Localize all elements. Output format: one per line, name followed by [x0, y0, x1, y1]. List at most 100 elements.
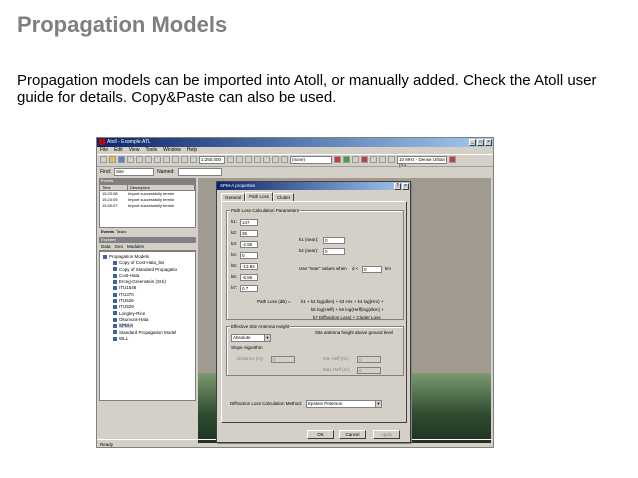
close-icon[interactable]: × [402, 183, 409, 190]
copy-icon[interactable] [145, 156, 152, 163]
maximize-icon[interactable]: □ [477, 139, 484, 146]
pan-icon[interactable] [272, 156, 279, 163]
dialog-tabs: General Path Loss Clutter [221, 192, 295, 201]
pointer-icon[interactable] [172, 156, 179, 163]
model-icon [113, 324, 117, 329]
new-icon[interactable] [100, 156, 107, 163]
max-heff-field[interactable]: 0 [357, 367, 381, 374]
folder-icon [103, 254, 107, 259]
dialog-titlebar: SPM-A properties ? × [217, 182, 410, 190]
tab-tasks[interactable]: Tasks [116, 228, 126, 235]
carrier-combo[interactable]: 10 MHz - Dense Urban (3 • [397, 155, 447, 168]
k5-field[interactable]: -13.82 [240, 263, 258, 270]
help-icon[interactable] [163, 156, 170, 163]
antenna-method-select[interactable]: Absolute ▼ [231, 334, 271, 342]
refresh-icon[interactable] [281, 156, 288, 163]
tab-general[interactable]: General [221, 193, 246, 201]
k5-label: k5: [231, 263, 238, 268]
find-bar: Find: Site Named: [97, 166, 493, 176]
path-loss-page: Path Loss Calculation Parameters k1: 147… [221, 201, 407, 423]
cancel-button[interactable]: Cancel [339, 430, 366, 439]
zoom-in-icon[interactable] [245, 156, 252, 163]
k6-label: k6: [231, 274, 238, 279]
events-col-description[interactable]: Description [128, 185, 195, 190]
tab-data[interactable]: Data [101, 243, 111, 250]
cut-icon[interactable] [136, 156, 143, 163]
zoom-icon[interactable] [190, 156, 197, 163]
scale-combo[interactable]: 1:250,000 [199, 155, 225, 164]
k4-label: k4: [231, 252, 238, 257]
k7-field[interactable]: 0.7 [240, 285, 258, 292]
tab-modules[interactable]: Modules [127, 243, 144, 250]
find-type-combo[interactable]: Site [114, 167, 155, 176]
main-toolbar: 1:250,000 (none) 10 MHz - Dense Urban (3… [97, 154, 493, 168]
measure-icon[interactable] [352, 156, 359, 163]
app-title: Atoll - Example.ATL [107, 139, 151, 145]
save-icon[interactable] [118, 156, 125, 163]
k2-near-field[interactable]: 0 [323, 248, 345, 255]
min-heff-field[interactable]: 0 [357, 356, 381, 363]
k1-near-field[interactable]: 0 [323, 237, 345, 244]
distance-threshold-field[interactable]: 0 [362, 266, 382, 273]
events-list: Time Description 15:23:08 Import successf… [99, 184, 196, 228]
cross-icon[interactable] [449, 156, 456, 163]
model-icon [113, 317, 117, 322]
menu-help[interactable]: Help [187, 147, 197, 154]
select-icon[interactable] [181, 156, 188, 163]
k2-field[interactable]: 36 [240, 230, 258, 237]
menu-window[interactable]: Window [163, 147, 181, 154]
calc-icon[interactable] [370, 156, 377, 163]
paste-icon[interactable] [154, 156, 161, 163]
tab-geo[interactable]: Geo [115, 243, 124, 250]
help-icon[interactable]: ? [394, 183, 401, 190]
print-icon[interactable] [127, 156, 134, 163]
modules-tree: Propagation Models Copy of Cost-Hata_bis… [99, 251, 196, 401]
zoom-out-icon[interactable] [254, 156, 261, 163]
site-icon[interactable] [334, 156, 341, 163]
named-label: Named: [157, 168, 175, 175]
stop-icon[interactable] [379, 156, 386, 163]
app-logo-icon [99, 139, 105, 145]
apply-button[interactable]: Apply [373, 430, 400, 439]
events-tabs: Events Tasks [99, 228, 196, 235]
app-titlebar: Atoll - Example.ATL _ □ × [97, 138, 493, 147]
prediction-icon[interactable] [388, 156, 395, 163]
back-icon[interactable] [227, 156, 234, 163]
zoom-rect-icon[interactable] [263, 156, 270, 163]
tab-path-loss[interactable]: Path Loss [245, 192, 274, 201]
antenna-icon[interactable] [343, 156, 350, 163]
tree-item[interactable]: WLL [103, 336, 195, 342]
zoom-combo[interactable]: (none) [290, 155, 332, 164]
k1-field[interactable]: 147 [240, 219, 258, 226]
distance-field[interactable]: 0 [271, 356, 295, 363]
formula-line-2: k5 log(Heff) + k6 log(Heff)log(dkm) + [311, 307, 384, 312]
k3-field[interactable]: -2.55 [240, 241, 258, 248]
minimize-icon[interactable]: _ [469, 139, 476, 146]
k2-near-label: k2 (near): [299, 248, 319, 253]
diffraction-method-select[interactable]: Epstein Peterson ▼ [306, 400, 382, 408]
k1-near-label: k1 (near): [299, 237, 319, 242]
forward-icon[interactable] [236, 156, 243, 163]
menu-tools[interactable]: Tools [145, 147, 157, 154]
events-col-time[interactable]: Time [100, 185, 128, 190]
menu-edit[interactable]: Edit [114, 147, 123, 154]
tab-events[interactable]: Events [101, 228, 114, 235]
k6-field[interactable]: -6.55 [240, 274, 258, 281]
k7-label: k7: [231, 285, 238, 290]
transmitter-icon[interactable] [361, 156, 368, 163]
named-input[interactable] [177, 167, 222, 176]
k4-field[interactable]: 0 [240, 252, 258, 259]
ok-button[interactable]: OK [307, 430, 334, 439]
formula-line-3: k7 Diffraction Loss) + Clutter Loss [313, 315, 381, 320]
menu-view[interactable]: View [129, 147, 140, 154]
open-icon[interactable] [109, 156, 116, 163]
close-icon[interactable]: × [485, 139, 492, 146]
model-icon [113, 311, 117, 316]
event-row[interactable]: 15:49:07 Import successfully termin [100, 203, 195, 209]
chevron-down-icon: ▼ [264, 335, 270, 341]
menu-file[interactable]: File [100, 147, 108, 154]
k3-label: k3: [231, 241, 238, 246]
tab-clutter[interactable]: Clutter [273, 193, 295, 201]
find-label: Find: [100, 168, 112, 175]
diffraction-method-label: Diffraction Loss Calculation Method: [230, 401, 302, 406]
